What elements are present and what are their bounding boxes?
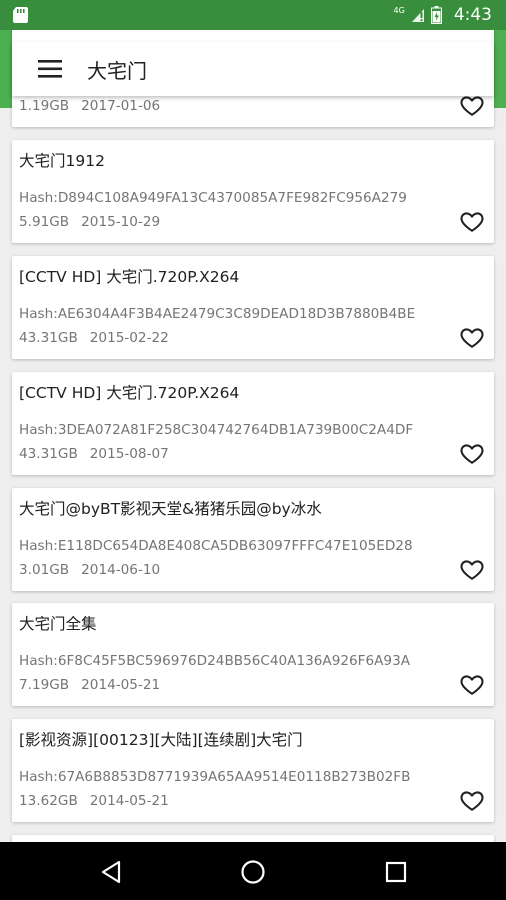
network-type: 4G xyxy=(393,5,405,15)
result-hash: Hash:E118DC654DA8E408CA5DB63097FFFC47E10… xyxy=(19,538,413,554)
result-meta: 43.31GB 2015-08-07 xyxy=(19,446,169,462)
result-date: 2015-08-07 xyxy=(89,446,169,462)
result-size: 1.19GB xyxy=(19,98,70,114)
result-card[interactable]: [CCTV HD] 大宅门.720P.X264 Hash:3DEA072A81F… xyxy=(12,372,494,475)
battery-icon xyxy=(430,6,442,24)
result-date: 2014-05-21 xyxy=(89,793,169,809)
result-hash: Hash:D894C108A949FA13C4370085A7FE982FC95… xyxy=(19,190,407,206)
result-size: 43.31GB xyxy=(19,446,78,462)
result-meta: 1.19GB 2017-01-06 xyxy=(19,98,160,114)
result-title: 大宅门全集 xyxy=(19,615,97,633)
result-hash: Hash:6F8C45F5BC596976D24BB56C40A136A926F… xyxy=(19,653,411,669)
result-size: 3.01GB xyxy=(19,562,70,578)
favorite-icon[interactable] xyxy=(458,671,486,697)
favorite-icon[interactable] xyxy=(458,787,486,813)
result-date: 2014-06-10 xyxy=(81,562,161,578)
result-date: 2015-10-29 xyxy=(81,214,161,230)
result-title: 大宅门@byBT影视天堂&猪猪乐园@by冰水 xyxy=(19,500,322,518)
result-size: 7.19GB xyxy=(19,677,70,693)
result-card[interactable]: 大宅门1912 Hash:D894C108A949FA13C4370085A7F… xyxy=(12,140,494,243)
result-title: 大宅门1912 xyxy=(19,152,105,170)
menu-icon[interactable] xyxy=(38,58,62,80)
signal-icon xyxy=(411,9,424,22)
result-date: 2014-05-21 xyxy=(81,677,161,693)
result-card[interactable]: 大宅门全集 Hash:6F8C45F5BC596976D24BB56C40A13… xyxy=(12,603,494,706)
result-hash: Hash:67A6B8853D8771939A65AA9514E0118B273… xyxy=(19,769,411,785)
result-title: [CCTV HD] 大宅门.720P.X264 xyxy=(19,384,240,402)
favorite-icon[interactable] xyxy=(458,556,486,582)
result-date: 2017-01-06 xyxy=(81,98,161,114)
result-card[interactable]: 大宅门@byBT影视天堂&猪猪乐园@by冰水 Hash:E118DC654DA8… xyxy=(12,488,494,591)
result-list[interactable]: 1.19GB 2017-01-06 大宅门1912 Hash:D894C108A9… xyxy=(0,0,506,842)
navigation-bar xyxy=(0,842,506,900)
result-meta: 3.01GB 2014-06-10 xyxy=(19,562,160,578)
favorite-icon[interactable] xyxy=(458,208,486,234)
result-date: 2015-02-22 xyxy=(89,330,169,346)
favorite-icon[interactable] xyxy=(458,440,486,466)
toolbar: 大宅门 xyxy=(12,42,494,96)
favorite-icon[interactable] xyxy=(458,324,486,350)
result-title: [影视资源][00123][大陆][连续剧]大宅门 xyxy=(19,731,303,749)
page-title: 大宅门 xyxy=(87,59,147,83)
result-card[interactable]: [影视资源][00123][大陆][连续剧]大宅门 Hash:67A6B8853… xyxy=(12,719,494,822)
status-bar: 4G 4:43 xyxy=(0,0,506,30)
clock: 4:43 xyxy=(453,5,492,25)
result-hash: Hash:3DEA072A81F258C304742764DB1A739B00C… xyxy=(19,422,414,438)
sd-card-icon xyxy=(13,7,28,23)
result-hash: Hash:AE6304A4F3B4AE2479C3C89DEAD18D3B788… xyxy=(19,306,416,322)
result-meta: 5.91GB 2015-10-29 xyxy=(19,214,160,230)
home-icon[interactable] xyxy=(239,858,267,886)
back-icon[interactable] xyxy=(97,858,125,886)
result-card[interactable]: [CCTV HD] 大宅门.720P.X264 Hash:AE6304A4F3B… xyxy=(12,256,494,359)
result-title: [CCTV HD] 大宅门.720P.X264 xyxy=(19,268,240,286)
result-card-partial[interactable] xyxy=(12,835,494,842)
result-meta: 43.31GB 2015-02-22 xyxy=(19,330,169,346)
result-size: 43.31GB xyxy=(19,330,78,346)
result-size: 5.91GB xyxy=(19,214,70,230)
recents-icon[interactable] xyxy=(382,858,410,886)
result-meta: 7.19GB 2014-05-21 xyxy=(19,677,160,693)
result-size: 13.62GB xyxy=(19,793,78,809)
result-meta: 13.62GB 2014-05-21 xyxy=(19,793,169,809)
